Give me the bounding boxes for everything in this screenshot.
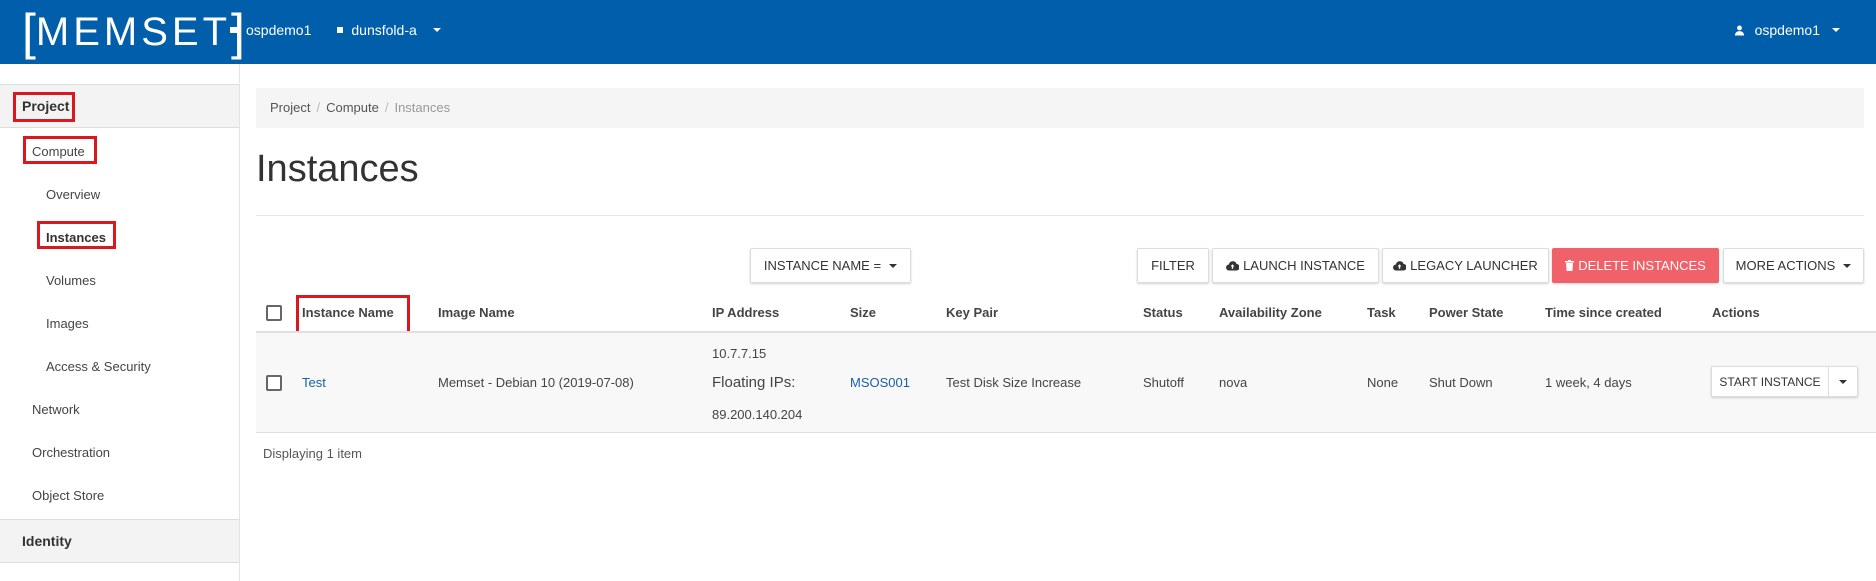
chevron-down-icon (1839, 379, 1847, 384)
floating-ips-label: Floating IPs: (712, 374, 796, 391)
sidebar-section-identity[interactable]: Identity (0, 519, 239, 563)
availability-zone: nova (1219, 375, 1248, 390)
page-title: Instances (256, 148, 419, 190)
sidebar-item-orchestration[interactable]: Orchestration (32, 445, 110, 460)
sidebar-item-network[interactable]: Network (32, 402, 80, 417)
region-name: dunsfold-a (351, 22, 417, 38)
row-checkbox[interactable] (266, 375, 282, 391)
size-link[interactable]: MSOS001 (850, 375, 910, 390)
sidebar-item-object-store[interactable]: Object Store (32, 488, 104, 503)
more-actions-button[interactable]: MORE ACTIONS (1723, 248, 1864, 283)
table-footer-count: Displaying 1 item (263, 446, 362, 461)
delete-instances-button[interactable]: DELETE INSTANCES (1552, 248, 1719, 283)
chevron-down-icon (432, 28, 441, 32)
task-value: None (1367, 375, 1399, 390)
column-header-status[interactable]: Status (1143, 305, 1183, 320)
breadcrumb-project[interactable]: Project (270, 100, 310, 115)
status-value: Shutoff (1143, 375, 1184, 390)
user-name: ospdemo1 (1754, 22, 1820, 38)
time-since-created: 1 week, 4 days (1545, 375, 1632, 390)
user-menu[interactable]: ospdemo1 (1734, 22, 1840, 38)
column-header-instance-name[interactable]: Instance Name (302, 305, 394, 320)
highlight-box-instances (37, 221, 116, 249)
highlight-box-compute (23, 136, 97, 164)
column-header-task[interactable]: Task (1367, 305, 1396, 320)
memset-logo[interactable]: [ MEMSET ] (22, 7, 245, 57)
column-header-time-since-created[interactable]: Time since created (1545, 305, 1662, 320)
chevron-down-icon (889, 263, 898, 268)
start-instance-button[interactable]: START INSTANCE (1712, 367, 1829, 396)
row-actions-split-button: START INSTANCE (1711, 366, 1858, 397)
breadcrumb: Project / Compute / Instances (256, 88, 1864, 128)
filter-button[interactable]: FILTER (1137, 248, 1209, 283)
instance-name-link[interactable]: Test (302, 375, 326, 390)
breadcrumb-compute[interactable]: Compute (326, 100, 379, 115)
trash-icon (1565, 260, 1575, 271)
column-header-image-name[interactable]: Image Name (438, 305, 515, 320)
select-all-checkbox[interactable] (266, 305, 282, 321)
chevron-down-icon (1832, 28, 1840, 32)
column-header-key-pair[interactable]: Key Pair (946, 305, 998, 320)
sidebar-item-overview[interactable]: Overview (46, 187, 100, 202)
row-actions-dropdown-toggle[interactable] (1829, 367, 1857, 396)
cloud-upload-icon (1393, 260, 1407, 271)
sidebar-item-volumes[interactable]: Volumes (46, 273, 96, 288)
project-selector[interactable]: ospdemo1 dunsfold-a (230, 22, 441, 38)
user-icon (1734, 25, 1744, 36)
floating-ip: 89.200.140.204 (712, 407, 803, 422)
column-header-actions: Actions (1712, 305, 1760, 320)
cloud-upload-icon (1226, 260, 1240, 271)
column-header-size[interactable]: Size (850, 305, 876, 320)
sidebar-item-access-security[interactable]: Access & Security (46, 359, 151, 374)
region-icon (337, 27, 344, 33)
divider (256, 215, 1864, 216)
filter-field-select[interactable]: INSTANCE NAME = (750, 248, 911, 283)
power-state: Shut Down (1429, 375, 1493, 390)
column-header-ip-address[interactable]: IP Address (712, 305, 779, 320)
highlight-box-project (13, 92, 75, 122)
sidebar-item-images[interactable]: Images (46, 316, 89, 331)
legacy-launcher-button[interactable]: LEGACY LAUNCHER (1382, 248, 1549, 283)
launch-instance-button[interactable]: LAUNCH INSTANCE (1212, 248, 1379, 283)
ip-address: 10.7.7.15 (712, 346, 767, 361)
key-pair: Test Disk Size Increase (946, 375, 1082, 390)
image-name: Memset - Debian 10 (2019-07-08) (438, 375, 634, 390)
column-header-power-state[interactable]: Power State (1429, 305, 1503, 320)
column-header-availability-zone[interactable]: Availability Zone (1219, 305, 1322, 320)
breadcrumb-current: Instances (394, 100, 451, 115)
project-icon (230, 27, 238, 33)
chevron-down-icon (1843, 263, 1852, 268)
top-navbar: [ MEMSET ] ospdemo1 dunsfold-a ospdemo1 (0, 0, 1876, 64)
project-name: ospdemo1 (246, 22, 312, 38)
